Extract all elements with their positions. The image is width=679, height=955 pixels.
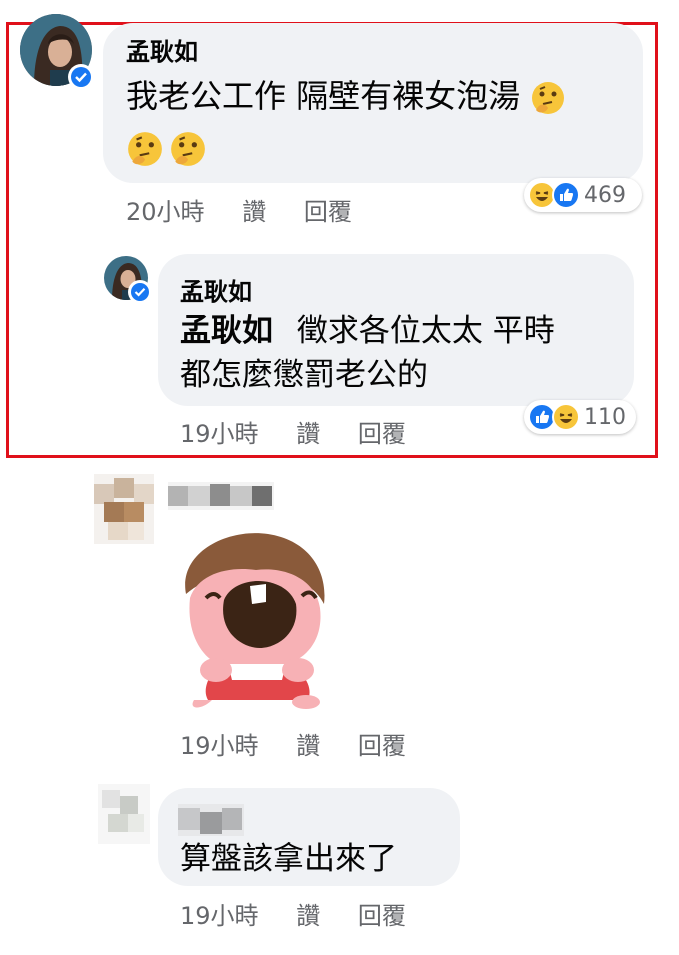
comment-time[interactable]: 19小時	[180, 726, 259, 761]
reply-button[interactable]: 回覆	[358, 414, 406, 449]
comment-meta: 19小時 讚 回覆	[180, 896, 406, 931]
comment-text: 算盤該拿出來了	[180, 841, 397, 877]
like-icon	[552, 181, 580, 209]
reaction-summary[interactable]: 469	[524, 178, 642, 212]
comment-meta: 19小時 讚 回覆	[180, 726, 406, 761]
like-button[interactable]: 讚	[296, 414, 320, 449]
comment-text-line: 徵求各位太太 平時	[296, 313, 555, 349]
reaction-summary[interactable]: 110	[524, 400, 636, 434]
reply-button[interactable]: 回覆	[358, 726, 406, 761]
reaction-count: 110	[584, 404, 626, 430]
comment-time[interactable]: 20小時	[126, 192, 205, 227]
reply-button[interactable]: 回覆	[304, 192, 352, 227]
comment-text: 孟耿如 徵求各位太太 平時	[180, 312, 555, 351]
like-button[interactable]: 讚	[242, 192, 266, 227]
blurred-name[interactable]	[178, 804, 244, 836]
mention-link[interactable]: 孟耿如	[180, 313, 273, 349]
comment-time[interactable]: 19小時	[180, 896, 259, 931]
comment-text-line-2: 都怎麼懲罰老公的	[180, 357, 428, 393]
verified-badge-icon	[128, 280, 152, 304]
reaction-count: 469	[584, 182, 626, 208]
laughing-girl-sticker	[185, 533, 325, 709]
comment-author[interactable]: 孟耿如	[180, 272, 252, 307]
comment-text-line: 我老公工作 隔壁有裸女泡湯	[126, 77, 521, 115]
comment-meta: 19小時 讚 回覆	[180, 414, 406, 449]
thinking-face-icon	[171, 132, 205, 166]
haha-icon	[552, 403, 580, 431]
comment-meta: 20小時 讚 回覆	[126, 192, 352, 227]
verified-badge-icon	[68, 64, 94, 90]
blurred-avatar[interactable]	[94, 474, 154, 544]
emoji-row	[126, 130, 207, 168]
like-button[interactable]: 讚	[296, 726, 320, 761]
blurred-avatar[interactable]	[98, 784, 150, 844]
thinking-face-icon	[128, 132, 162, 166]
blurred-name[interactable]	[168, 482, 274, 510]
comment-text: 我老公工作 隔壁有裸女泡湯	[126, 76, 566, 116]
like-button[interactable]: 讚	[296, 896, 320, 931]
comment-author[interactable]: 孟耿如	[126, 32, 198, 67]
comment-time[interactable]: 19小時	[180, 414, 259, 449]
reply-button[interactable]: 回覆	[358, 896, 406, 931]
thinking-face-icon	[532, 82, 565, 114]
